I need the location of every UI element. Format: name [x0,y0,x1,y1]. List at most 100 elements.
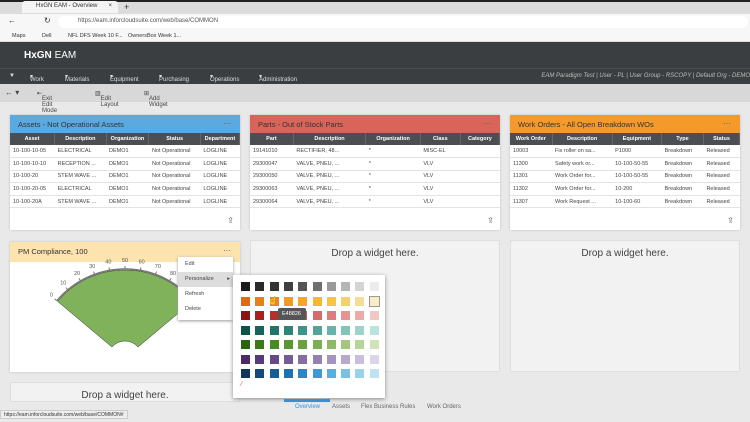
table-row[interactable]: 29300063 VALVE, PNEU, ... * VLV [250,182,500,196]
bookmark[interactable]: OwnersBox Week 1... [128,33,181,39]
table-row[interactable]: 19141010 RECTIFIER, 48... * MISC-EL [250,145,500,159]
color-swatch[interactable] [241,311,250,320]
color-swatch[interactable] [283,282,293,291]
more-icon[interactable]: ··· [723,119,731,128]
drop-zone[interactable]: Drop a widget here. [510,240,740,372]
reload-icon[interactable]: ↻ [44,16,51,25]
color-swatch[interactable] [326,354,336,364]
color-swatch[interactable] [369,369,379,378]
table-row[interactable]: 10-100-10-10 RECEPTION ... DEMO1 Not Operat… [10,157,240,171]
column-header[interactable]: Equipment [612,133,663,145]
column-header[interactable]: Description [54,133,107,145]
color-swatch[interactable] [255,325,265,335]
exit-edit-mode-button[interactable]: ⇤ Exit Edit Mode [37,90,57,114]
share-icon[interactable]: ⇪ [487,216,494,225]
color-swatch[interactable] [341,311,351,320]
table-row[interactable]: 10-100-20A STEM WAVE ... DEMO1 Not Operatio… [10,195,240,209]
color-swatch[interactable] [269,340,279,349]
tab-flex-business-rules[interactable]: Flex Business Rules [361,404,415,410]
color-swatch[interactable] [255,296,265,306]
column-header[interactable]: Department [200,133,241,145]
bookmark[interactable]: NFL DFS Week 10 F... [68,33,123,39]
nav-operations[interactable]: Operations ▾ [210,73,239,83]
menu-item-edit[interactable]: Edit [178,257,233,272]
bookmark[interactable]: Dell [42,33,51,39]
custom-color-pen-icon[interactable]: ⁄ [241,381,242,388]
table-row[interactable]: 11300 Safety work or... 10-100-50-55 Breakd… [510,157,740,171]
color-swatch[interactable] [283,296,293,306]
color-swatch[interactable] [369,354,379,364]
close-tab-icon[interactable]: × [108,3,112,9]
column-header[interactable]: Description [552,133,613,145]
color-swatch[interactable] [283,354,293,364]
nav-purchasing[interactable]: Purchasing ▾ [159,73,189,83]
url-input[interactable]: https://eam.inforcloudsuite.com/web/base… [58,16,748,28]
nav-work[interactable]: Work ▾ [30,73,44,83]
add-widget-button[interactable]: ⊞ Add Widget [144,90,168,108]
color-swatch[interactable] [326,296,336,306]
more-icon[interactable]: ··· [483,119,491,128]
color-swatch[interactable] [326,311,336,320]
color-swatch[interactable] [355,354,365,364]
color-swatch[interactable] [341,325,351,335]
color-swatch[interactable] [341,369,351,378]
color-swatch[interactable] [255,311,265,320]
color-swatch[interactable] [369,311,379,320]
color-swatch[interactable] [298,369,308,378]
color-swatch[interactable] [241,282,250,291]
color-swatch[interactable] [368,295,380,307]
column-header[interactable]: Organization [365,133,421,145]
color-swatch[interactable] [241,340,250,349]
column-header[interactable]: Asset [10,133,56,145]
color-swatch[interactable] [355,325,365,335]
new-tab-icon[interactable]: + [124,2,129,12]
color-swatch[interactable] [298,325,308,335]
color-swatch[interactable] [269,325,279,335]
color-swatch[interactable] [341,340,351,349]
back-icon[interactable]: ← [8,16,16,25]
table-row[interactable]: 29300064 VALVE, PNEU, ... * VLV [250,195,500,209]
color-swatch[interactable] [312,340,322,349]
menu-item-delete[interactable]: Delete [178,302,233,317]
color-swatch[interactable] [255,340,265,349]
menu-item-refresh[interactable]: Refresh [178,287,233,302]
color-swatch[interactable] [255,282,265,291]
color-swatch[interactable] [341,354,351,364]
color-swatch[interactable] [312,311,322,320]
column-header[interactable]: Part [250,133,294,145]
color-swatch[interactable] [269,354,279,364]
color-swatch[interactable] [241,354,250,364]
color-swatch[interactable] [355,311,365,320]
table-row[interactable]: 10-100-20 STEM WAVE ... DEMO1 Not Operation… [10,170,240,184]
tab-assets[interactable]: Assets [332,404,350,410]
color-swatch[interactable] [341,296,351,306]
color-swatch[interactable] [298,354,308,364]
color-swatch[interactable] [283,369,293,378]
color-swatch[interactable] [369,340,379,349]
color-swatch[interactable] [283,340,293,349]
more-icon[interactable]: ··· [223,119,231,128]
color-swatch[interactable] [269,282,279,291]
edit-layout-button[interactable]: ▥ Edit Layout [95,90,119,108]
color-swatch[interactable] [326,325,336,335]
nav-administration[interactable]: Administration ▾ [259,73,297,83]
tab-work-orders[interactable]: Work Orders [427,404,461,410]
table-row[interactable]: 10003 Fix roller on sa... P1000 Breakdown Re… [510,145,740,159]
nav-equipment[interactable]: Equipment ▾ [110,73,139,83]
color-swatch[interactable] [241,296,250,306]
column-header[interactable]: Description [293,133,367,145]
color-swatch[interactable] [298,296,308,306]
table-row[interactable]: 10-100-20-05 ELECTRICAL DEMO1 Not Operation… [10,182,240,196]
nav-materials[interactable]: Materials ▾ [65,73,89,83]
color-swatch[interactable] [312,282,322,291]
share-icon[interactable]: ⇪ [727,216,734,225]
column-header[interactable]: Status [703,133,741,145]
table-row[interactable]: 29300050 VALVE, PNEU, ... * VLV [250,170,500,184]
column-header[interactable]: Category [460,133,501,145]
color-swatch[interactable] [269,369,279,378]
color-swatch[interactable] [355,282,365,291]
column-header[interactable]: Status [148,133,201,145]
column-header[interactable]: Type [661,133,704,145]
color-swatch[interactable] [355,340,365,349]
table-row[interactable]: 11301 Work Order for... 10-100-50-55 Breakd… [510,170,740,184]
